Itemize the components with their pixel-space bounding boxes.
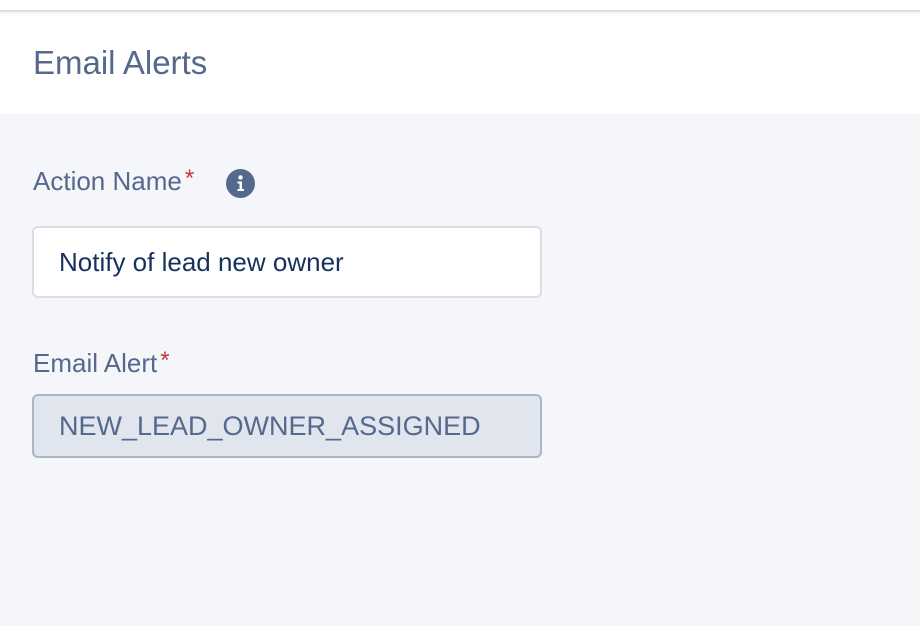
action-name-label-text: Action Name — [33, 166, 182, 196]
page-header: Email Alerts — [0, 14, 920, 114]
action-name-required-marker: * — [184, 165, 195, 192]
top-divider — [0, 0, 920, 12]
action-name-input[interactable] — [32, 226, 542, 298]
page-title: Email Alerts — [33, 44, 208, 81]
info-icon[interactable] — [226, 169, 255, 198]
email-alert-label: Email Alert * — [33, 347, 170, 380]
email-alert-field: NEW_LEAD_OWNER_ASSIGNED — [32, 394, 542, 458]
email-alert-label-text: Email Alert — [33, 348, 158, 378]
email-alert-required-marker: * — [160, 347, 170, 374]
email-alert-value: NEW_LEAD_OWNER_ASSIGNED — [59, 410, 481, 441]
action-name-label: Action Name * — [33, 165, 195, 198]
info-icon-glyph — [237, 175, 244, 191]
